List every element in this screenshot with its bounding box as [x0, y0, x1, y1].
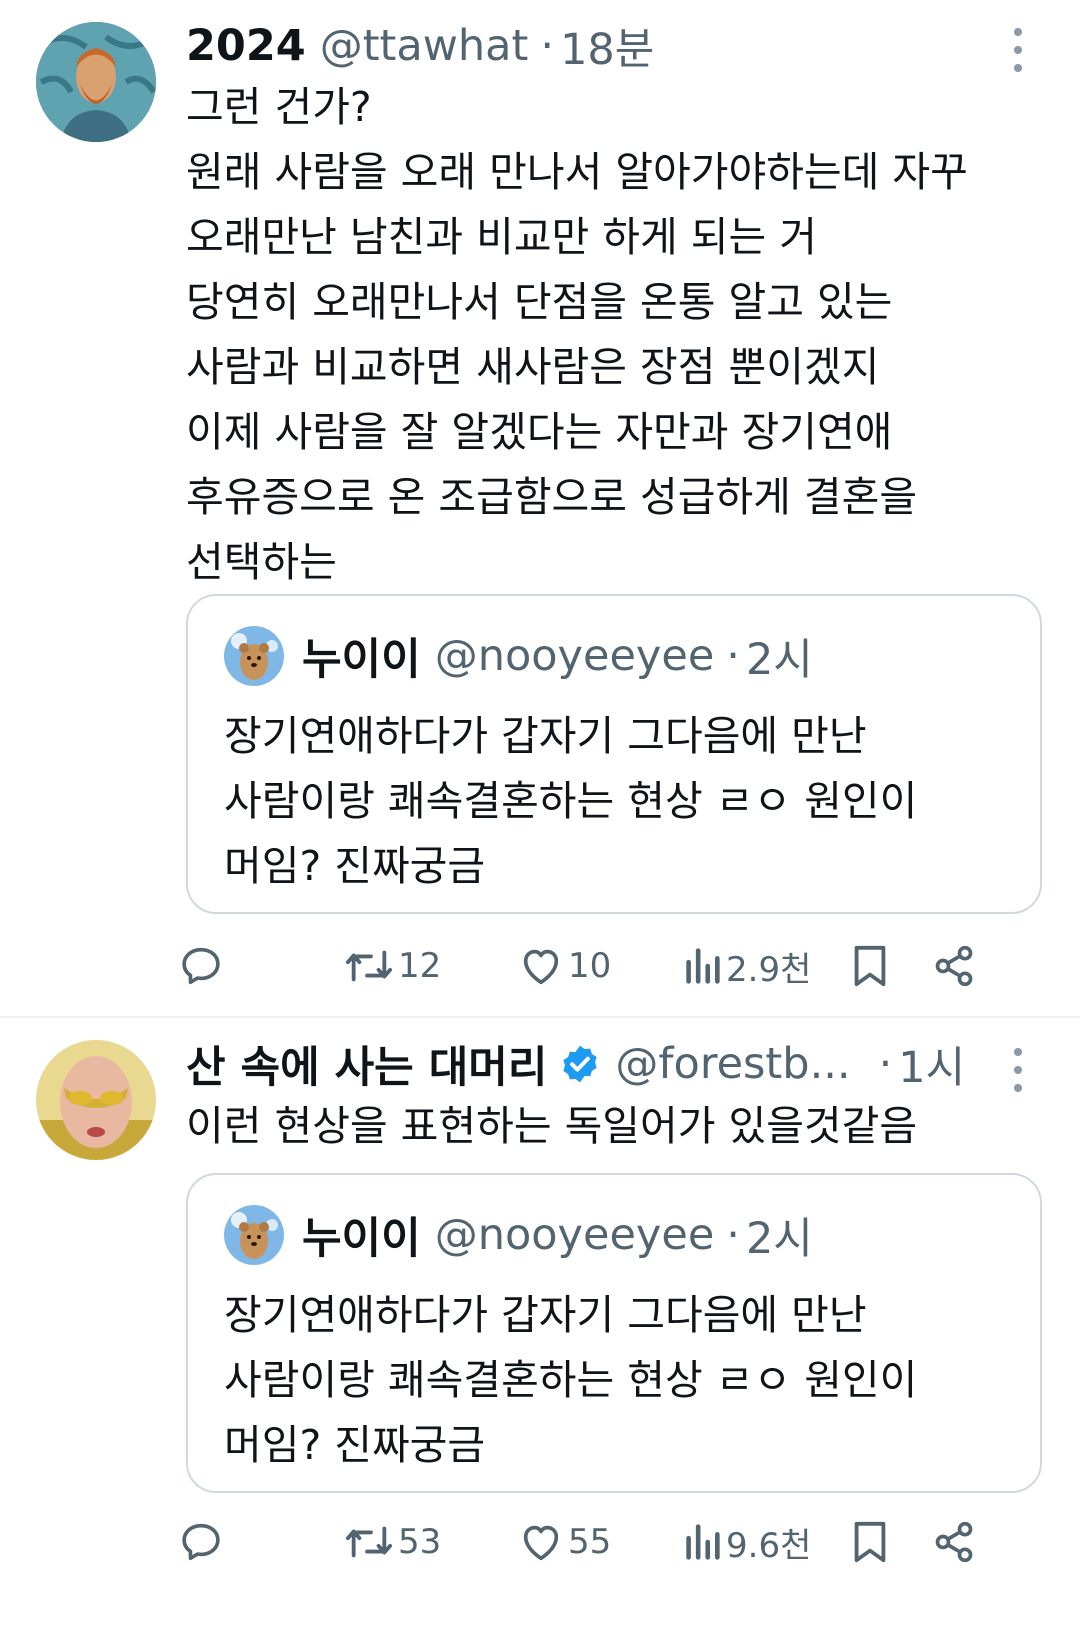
separator-dot: · — [540, 21, 555, 71]
reply-button[interactable] — [178, 936, 228, 996]
reply-icon — [182, 947, 220, 985]
timestamp: 2시 — [745, 635, 813, 685]
bookmark-icon — [854, 1521, 886, 1563]
separator-dot: · — [726, 1210, 740, 1260]
like-count: 10 — [568, 946, 612, 986]
like-count: 55 — [568, 1522, 612, 1562]
avatar — [224, 626, 284, 686]
avatar[interactable] — [36, 1040, 156, 1160]
retweet-button[interactable]: 53 — [344, 1512, 441, 1572]
quoted-tweet[interactable]: 누이이 @nooyeeyee · 2시 장기연애하다가 갑자기 그다음에 만난 … — [186, 1173, 1042, 1493]
tweet-text: 이런 현상을 표현하는 독일어가 있을것같음 — [186, 1102, 918, 1150]
views-count: 2.9천 — [726, 949, 812, 990]
views-icon — [686, 1524, 720, 1560]
bookmark-icon — [854, 945, 886, 987]
views-count: 9.6천 — [726, 1525, 812, 1566]
separator-dot: · — [726, 631, 740, 681]
user-handle: @nooyeeyee — [434, 631, 715, 681]
action-bar: 53 55 9.6천 — [182, 1512, 1042, 1572]
display-name[interactable]: 2024 — [186, 21, 306, 71]
share-button[interactable] — [932, 936, 976, 996]
display-name: 누이이 — [302, 1214, 421, 1264]
avatar — [224, 1205, 284, 1265]
views-button[interactable]: 2.9천 — [682, 936, 811, 996]
user-handle: @nooyeeyee — [434, 1210, 715, 1260]
avatar[interactable] — [36, 22, 156, 142]
tweet-header: 2024 @ttawhat · 18분 — [186, 16, 654, 76]
display-name[interactable]: 산 속에 사는 대머리 — [186, 1033, 547, 1095]
timestamp[interactable]: 18분 — [560, 15, 654, 77]
action-bar: 12 10 2.9천 — [182, 936, 1042, 996]
more-icon[interactable] — [1008, 1048, 1028, 1092]
user-handle[interactable]: @ttawhat — [320, 21, 529, 71]
views-button[interactable]: 9.6천 — [682, 1512, 811, 1572]
tweet-text: 그런 건가? 원래 사람을 오래 만나서 알아가야하는데 자꾸 오래만난 남친과… — [186, 83, 968, 586]
tweet-header: 산 속에 사는 대머리 @forestb... · 1시 — [186, 1034, 965, 1094]
bookmark-button[interactable] — [850, 1512, 890, 1572]
share-icon — [935, 1521, 973, 1563]
tweet[interactable]: 산 속에 사는 대머리 @forestb... · 1시 이런 현상을 표현하는… — [0, 1018, 1080, 1649]
quoted-tweet-text: 장기연애하다가 갑자기 그다음에 만난 사람이랑 쾌속결혼하는 현상 ㄹㅇ 원인… — [224, 1291, 918, 1469]
views-icon — [686, 948, 720, 984]
separator-dot: · — [878, 1039, 893, 1089]
user-handle[interactable]: @forestb... — [615, 1039, 850, 1089]
like-icon — [523, 949, 559, 985]
like-button[interactable]: 55 — [518, 1512, 611, 1572]
retweet-count: 12 — [398, 946, 442, 986]
retweet-button[interactable]: 12 — [344, 936, 441, 996]
quoted-tweet-text: 장기연애하다가 갑자기 그다음에 만난 사람이랑 쾌속결혼하는 현상 ㄹㅇ 원인… — [224, 712, 918, 890]
like-button[interactable]: 10 — [518, 936, 611, 996]
like-icon — [523, 1525, 559, 1561]
timestamp: 2시 — [745, 1214, 813, 1264]
tweet[interactable]: 2024 @ttawhat · 18분 그런 건가? 원래 사람을 오래 만나서… — [0, 0, 1080, 1016]
reply-button[interactable] — [178, 1512, 228, 1572]
reply-icon — [182, 1523, 220, 1561]
timestamp[interactable]: 1시 — [898, 1033, 965, 1095]
bookmark-button[interactable] — [850, 936, 890, 996]
quoted-tweet-header: 누이이 @nooyeeyee · 2시 — [224, 1203, 813, 1267]
verified-badge-icon — [563, 1045, 598, 1083]
retweet-count: 53 — [398, 1522, 442, 1562]
retweet-icon — [345, 1526, 392, 1558]
share-icon — [935, 945, 973, 987]
display-name: 누이이 — [302, 635, 421, 685]
retweet-icon — [345, 950, 392, 982]
share-button[interactable] — [932, 1512, 976, 1572]
quoted-tweet-header: 누이이 @nooyeeyee · 2시 — [224, 624, 813, 688]
quoted-tweet[interactable]: 누이이 @nooyeeyee · 2시 장기연애하다가 갑자기 그다음에 만난 … — [186, 594, 1042, 914]
more-icon[interactable] — [1008, 28, 1028, 72]
